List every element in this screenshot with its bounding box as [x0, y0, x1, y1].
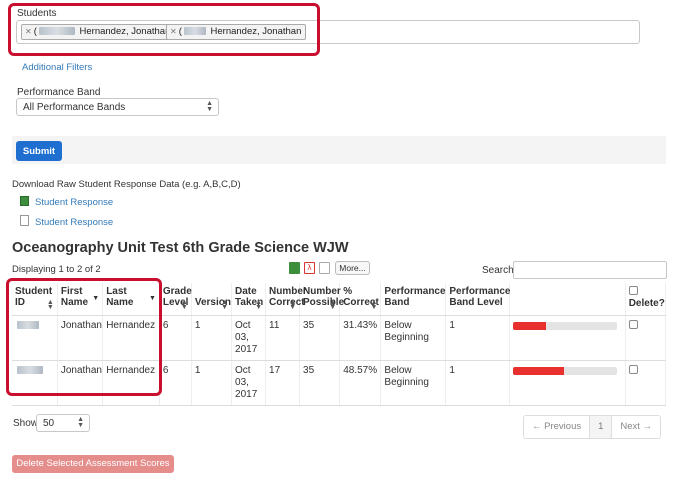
spreadsheet-icon — [20, 196, 29, 206]
pdf-export-icon[interactable]: λ — [304, 262, 315, 274]
performance-band-dropdown[interactable]: All Performance Bands — [16, 98, 219, 116]
select-all-checkbox[interactable] — [628, 286, 638, 295]
col-number-possible[interactable]: Number Possible ▲ ▼ — [299, 283, 344, 316]
additional-filters-link[interactable]: Additional Filters — [22, 62, 92, 73]
score-bar-fill — [513, 366, 564, 375]
correct-cell: 11 — [265, 315, 301, 361]
col-performance-band[interactable]: Performance Band — [380, 283, 447, 316]
percent-cell: 31.43% — [339, 315, 382, 361]
remove-token-icon[interactable]: ✕ — [25, 27, 32, 36]
first-name-cell: Jonathan — [57, 315, 104, 361]
search-input[interactable] — [513, 261, 667, 279]
delete-cell — [625, 315, 667, 361]
grade-cell: 6 — [159, 360, 192, 406]
excel-export-icon[interactable] — [289, 262, 300, 274]
print-icon[interactable] — [319, 262, 330, 274]
col-grade-level[interactable]: Grade Level ▲ ▼ — [159, 283, 192, 316]
sort-icon: ▲ ▼ — [180, 298, 188, 311]
page-size-select[interactable]: 50 ▲ ▼ — [36, 414, 90, 432]
previous-page-button[interactable]: ← Previous — [524, 416, 591, 438]
possible-cell: 35 — [299, 360, 341, 406]
sort-icon: ▲ ▼ — [289, 298, 297, 311]
student-response-link[interactable]: Student Response — [35, 197, 113, 208]
score-bar-fill — [513, 321, 546, 330]
sort-desc-icon: ▼ — [92, 295, 100, 302]
delete-selected-scores-button[interactable]: Delete Selected Assessment Scores — [12, 455, 174, 473]
col-date-taken[interactable]: Date Taken ▲ ▼ — [231, 283, 267, 316]
sort-icon: ▲ ▼ — [370, 298, 378, 311]
score-bar-cell — [509, 315, 626, 361]
search-label: Search — [482, 265, 514, 276]
delete-cell — [625, 360, 667, 406]
sort-icon: ▲ ▼ — [329, 298, 337, 311]
table-row: Jonathan Hernandez 6 1 Oct 03, 2017 17 3… — [12, 360, 667, 406]
submit-button[interactable]: Submit — [16, 141, 62, 161]
submit-bar — [12, 136, 666, 164]
col-bar — [509, 283, 626, 316]
col-performance-band-level[interactable]: Performance Band Level — [445, 283, 511, 316]
scores-table: Student ID ▲ ▼ First Name ▼ Last Name ▼ Grad… — [12, 283, 667, 406]
col-number-correct[interactable]: Number Correct ▲ ▼ — [265, 283, 307, 316]
page-size-dropdown[interactable]: 50 — [36, 414, 90, 432]
table-row: Jonathan Hernandez 6 1 Oct 03, 2017 11 3… — [12, 315, 667, 361]
last-name-cell: Hernandez — [102, 360, 160, 406]
show-label: Show — [13, 418, 39, 429]
displaying-count: Displaying 1 to 2 of 2 — [12, 264, 101, 275]
sort-icon: ▲ ▼ — [46, 298, 54, 311]
col-last-name[interactable]: Last Name ▼ — [102, 283, 160, 316]
student-token[interactable]: ✕( Hernandez, Jonathan — [166, 24, 307, 40]
students-input[interactable]: ✕( Hernandez, Jonathan ✕( Hernandez, Jon… — [16, 20, 640, 44]
date-cell: Oct 03, 2017 — [231, 360, 267, 406]
document-icon — [20, 215, 29, 226]
pagination: ← Previous 1 Next → — [523, 415, 662, 439]
students-label: Students — [17, 8, 57, 19]
col-first-name[interactable]: First Name ▼ — [57, 283, 104, 316]
redacted-id — [183, 27, 206, 36]
sort-icon: ▲ ▼ — [221, 298, 229, 311]
last-name-cell: Hernandez — [102, 315, 160, 361]
band-cell: Below Beginning — [380, 315, 447, 361]
sort-icon: ▲ ▼ — [255, 298, 263, 311]
col-percent-correct[interactable]: % Correct ▲ ▼ — [339, 283, 382, 316]
correct-cell: 17 — [265, 360, 301, 406]
col-delete[interactable]: Delete? — [625, 283, 667, 316]
percent-cell: 48.57% — [339, 360, 382, 406]
performance-band-select[interactable]: All Performance Bands ▲ ▼ — [16, 98, 219, 116]
redacted-id — [17, 320, 39, 329]
student-id-cell[interactable] — [12, 315, 58, 361]
score-bar-cell — [509, 360, 626, 406]
version-cell: 1 — [191, 315, 233, 361]
score-bar — [513, 366, 618, 375]
more-button[interactable]: More... — [335, 261, 370, 275]
student-token[interactable]: ✕( Hernandez, Jonathan — [21, 24, 176, 40]
band-level-cell: 1 — [445, 360, 511, 406]
version-cell: 1 — [191, 360, 233, 406]
student-id-cell[interactable] — [12, 360, 58, 406]
next-page-button[interactable]: Next → — [612, 416, 660, 438]
performance-band-label: Performance Band — [17, 87, 101, 98]
score-bar — [513, 321, 618, 330]
remove-token-icon[interactable]: ✕ — [170, 27, 177, 36]
col-student-id[interactable]: Student ID ▲ ▼ — [12, 283, 58, 316]
redacted-id — [17, 365, 43, 374]
page-1-button[interactable]: 1 — [590, 416, 613, 438]
band-level-cell: 1 — [445, 315, 511, 361]
redacted-id — [38, 27, 75, 36]
student-response-link[interactable]: Student Response — [35, 217, 113, 228]
table-header-row: Student ID ▲ ▼ First Name ▼ Last Name ▼ Grad… — [12, 283, 667, 316]
band-cell: Below Beginning — [380, 360, 447, 406]
report-title: Oceanography Unit Test 6th Grade Science… — [12, 240, 349, 256]
delete-checkbox[interactable] — [628, 319, 638, 329]
col-version[interactable]: Version ▲ ▼ — [191, 283, 233, 316]
delete-checkbox[interactable] — [628, 364, 638, 374]
download-label: Download Raw Student Response Data (e.g.… — [12, 179, 241, 190]
possible-cell: 35 — [299, 315, 341, 361]
grade-cell: 6 — [159, 315, 192, 361]
date-cell: Oct 03, 2017 — [231, 315, 267, 361]
sort-desc-icon: ▼ — [148, 295, 156, 302]
first-name-cell: Jonathan — [57, 360, 104, 406]
